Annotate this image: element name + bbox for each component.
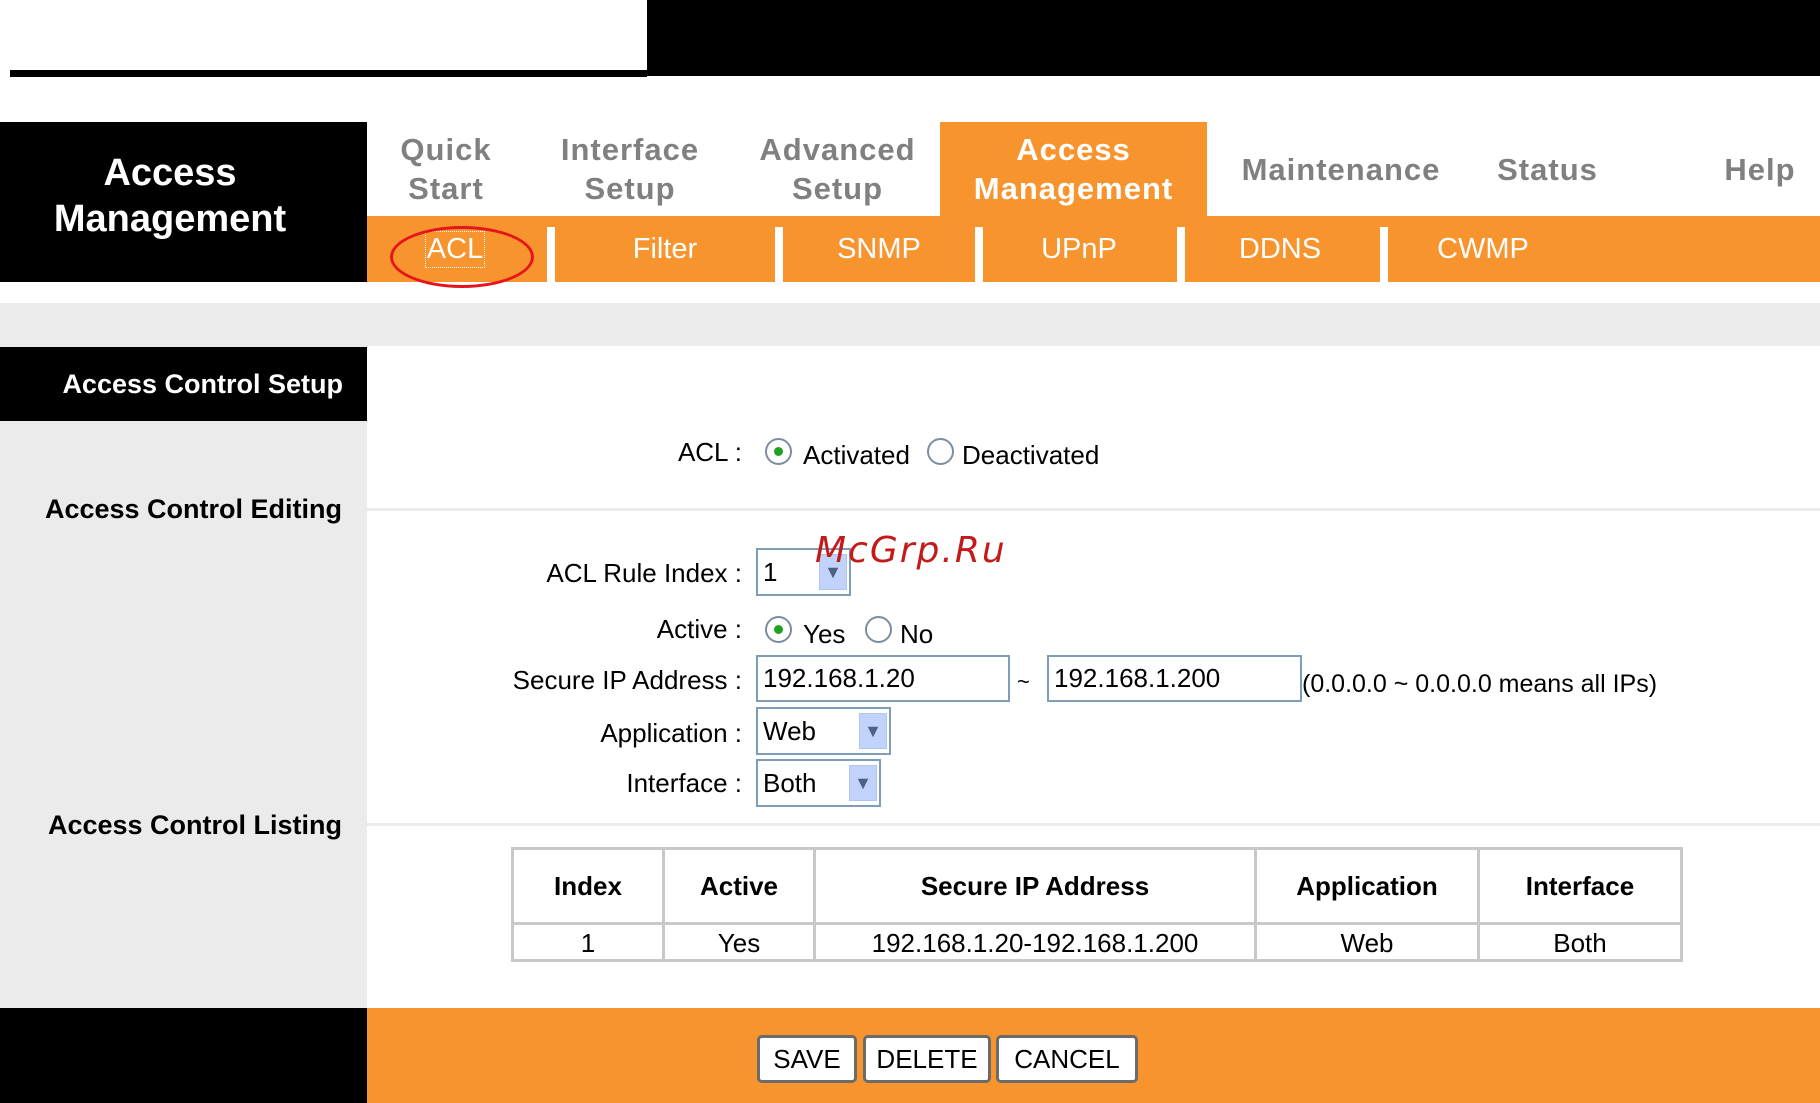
table-cell: 192.168.1.20-192.168.1.200 bbox=[816, 925, 1257, 962]
column-header: Active bbox=[665, 850, 816, 922]
table-header-row: Index Active Secure IP Address Applicati… bbox=[514, 850, 1680, 925]
nav-tab-advanced-setup[interactable]: Advanced Setup bbox=[735, 122, 940, 216]
interface-value: Both bbox=[763, 767, 817, 798]
acl-listing-table: Index Active Secure IP Address Applicati… bbox=[511, 847, 1683, 962]
interface-select[interactable]: Both ▼ bbox=[756, 759, 881, 807]
nav-tab-access-management[interactable]: Access Management bbox=[940, 122, 1207, 216]
acl-deactivated-radio[interactable] bbox=[927, 438, 954, 465]
active-no-radio[interactable] bbox=[865, 616, 892, 643]
application-value: Web bbox=[763, 715, 816, 746]
nav-tab-quick-start[interactable]: Quick Start bbox=[367, 122, 525, 216]
save-button[interactable]: SAVE bbox=[757, 1035, 857, 1083]
acl-activated-label: Activated bbox=[803, 440, 910, 470]
nav-tab-help[interactable]: Help bbox=[1700, 122, 1820, 216]
secure-ip-end-input[interactable]: 192.168.1.200 bbox=[1047, 655, 1302, 702]
column-header: Secure IP Address bbox=[816, 850, 1257, 922]
acl-deactivated-label: Deactivated bbox=[962, 440, 1100, 470]
table-row: 1 Yes 192.168.1.20-192.168.1.200 Web Bot… bbox=[514, 925, 1680, 962]
chevron-down-icon: ▼ bbox=[859, 713, 887, 749]
active-yes-radio[interactable] bbox=[765, 616, 792, 643]
table-cell: 1 bbox=[514, 925, 665, 962]
secure-ip-label: Secure IP Address : bbox=[512, 665, 742, 695]
active-label: Active : bbox=[656, 614, 742, 644]
nav-tab-maintenance[interactable]: Maintenance bbox=[1207, 122, 1475, 216]
column-header: Interface bbox=[1525, 870, 1635, 901]
column-header: Index bbox=[514, 850, 665, 922]
subnav-divider bbox=[775, 227, 783, 282]
subnav-divider bbox=[547, 227, 555, 282]
subtab-upnp[interactable]: UPnP bbox=[983, 216, 1175, 282]
table-cell: Both bbox=[1553, 928, 1607, 958]
divider bbox=[367, 508, 1820, 511]
page-title: Access Management bbox=[53, 152, 287, 240]
highlight-ring bbox=[390, 226, 534, 288]
acl-activated-radio[interactable] bbox=[765, 438, 792, 465]
nav-tab-status[interactable]: Status bbox=[1475, 122, 1620, 216]
column-header: Application bbox=[1257, 850, 1480, 922]
section-access-control-setup: Access Control Setup bbox=[0, 347, 367, 421]
table-cell: Yes bbox=[665, 925, 816, 962]
acl-label: ACL : bbox=[677, 437, 742, 467]
subnav-divider bbox=[1380, 227, 1388, 282]
subtab-ddns[interactable]: DDNS bbox=[1185, 216, 1375, 282]
ip-hint: (0.0.0.0 ~ 0.0.0.0 means all IPs) bbox=[1302, 670, 1658, 698]
subtab-cwmp[interactable]: CWMP bbox=[1388, 216, 1578, 282]
delete-button[interactable]: DELETE bbox=[863, 1035, 991, 1083]
top-banner bbox=[647, 0, 1820, 76]
cancel-button[interactable]: CANCEL bbox=[996, 1035, 1138, 1083]
ip-range-separator: ~ bbox=[1017, 669, 1030, 694]
footer-left bbox=[0, 1008, 367, 1103]
rule-index-value: 1 bbox=[763, 556, 778, 587]
subnav-divider bbox=[1177, 227, 1185, 282]
watermark: McGrp.Ru bbox=[815, 530, 1007, 571]
divider bbox=[367, 823, 1820, 826]
subnav-divider bbox=[975, 227, 983, 282]
subtab-snmp[interactable]: SNMP bbox=[783, 216, 975, 282]
section-access-control-editing: Access Control Editing bbox=[44, 494, 342, 524]
application-select[interactable]: Web ▼ bbox=[756, 707, 891, 755]
active-yes-label: Yes bbox=[803, 619, 846, 649]
chevron-down-icon: ▼ bbox=[849, 765, 877, 801]
top-rule bbox=[10, 70, 647, 77]
application-label: Application : bbox=[600, 718, 742, 748]
active-no-label: No bbox=[900, 619, 934, 649]
section-access-control-listing: Access Control Listing bbox=[47, 810, 342, 840]
rule-index-label: ACL Rule Index : bbox=[546, 558, 742, 588]
section-title: Access Control Setup bbox=[62, 368, 343, 399]
secure-ip-start-input[interactable]: 192.168.1.20 bbox=[756, 655, 1010, 702]
table-cell: Web bbox=[1257, 925, 1480, 962]
nav-tab-interface-setup[interactable]: Interface Setup bbox=[525, 122, 735, 216]
spacer-band bbox=[0, 303, 1820, 346]
interface-label: Interface : bbox=[626, 768, 742, 798]
subtab-filter[interactable]: Filter bbox=[555, 216, 775, 282]
